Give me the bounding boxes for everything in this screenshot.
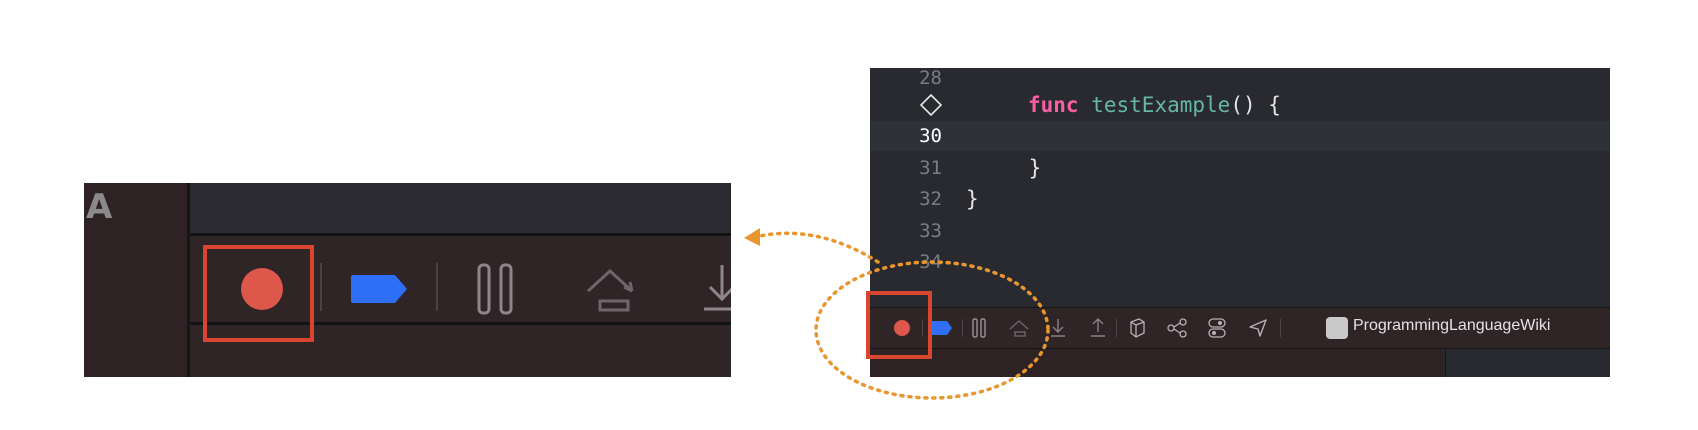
scheme-name[interactable]: ProgrammingLanguageWiki	[1353, 317, 1550, 335]
variables-area	[1445, 349, 1610, 377]
toolbar-separator	[1280, 319, 1281, 337]
line-number: 31	[919, 157, 942, 179]
debug-bar: ProgrammingLanguageWiki	[870, 307, 1610, 349]
simulate-location-icon[interactable]	[1248, 318, 1268, 338]
code-line-current: 30	[870, 121, 1610, 151]
zoom-editor-area	[190, 183, 731, 233]
toolbar-separator	[320, 263, 322, 311]
step-over-icon[interactable]	[584, 265, 640, 315]
line-number: 32	[919, 188, 942, 210]
xcode-editor-panel: 28 func testExample() { 30 31 } 32 } 33 …	[870, 68, 1610, 377]
toolbar-separator	[962, 319, 963, 337]
zoom-gutter: A	[84, 183, 187, 377]
test-diamond-icon[interactable]	[920, 94, 942, 116]
zoom-record-highlight	[203, 245, 314, 342]
step-into-icon[interactable]	[1050, 318, 1066, 338]
toolbar-separator	[436, 263, 438, 311]
line-number: 34	[919, 251, 942, 273]
toolbar-separator	[1116, 319, 1117, 337]
console-area	[870, 349, 1443, 377]
memory-graph-icon[interactable]	[1166, 318, 1188, 338]
xcode-record-highlight	[866, 291, 932, 359]
scheme-app-icon	[1326, 317, 1348, 339]
code-text: }	[966, 187, 979, 211]
code-text: () {	[1230, 93, 1281, 117]
code-text: }	[978, 156, 1042, 180]
environment-overrides-icon[interactable]	[1208, 318, 1226, 338]
callout-arrow-line	[758, 231, 880, 264]
step-out-icon[interactable]	[1090, 318, 1106, 338]
code-line: 31 }	[870, 153, 1610, 183]
view-hierarchy-icon[interactable]	[1128, 318, 1146, 338]
zoomed-debug-bar-panel: A	[84, 183, 731, 377]
code-keyword: func	[1028, 93, 1079, 117]
pause-icon[interactable]	[476, 263, 516, 315]
callout-arrow-head	[744, 228, 760, 246]
breakpoint-toggle-icon[interactable]	[349, 273, 409, 305]
code-line: 32 }	[870, 184, 1610, 214]
step-over-icon[interactable]	[1008, 318, 1030, 338]
zoom-gutter-letter: A	[86, 187, 113, 227]
step-into-icon[interactable]	[702, 263, 731, 317]
code-line: func testExample() {	[870, 90, 1610, 120]
code-function-name: testExample	[1091, 93, 1231, 117]
line-number: 33	[919, 220, 942, 242]
line-number: 30	[919, 125, 942, 147]
code-line: 33	[870, 216, 1610, 246]
code-line: 34	[870, 247, 1610, 277]
breakpoint-toggle-icon[interactable]	[930, 320, 954, 336]
pause-icon[interactable]	[972, 318, 986, 338]
